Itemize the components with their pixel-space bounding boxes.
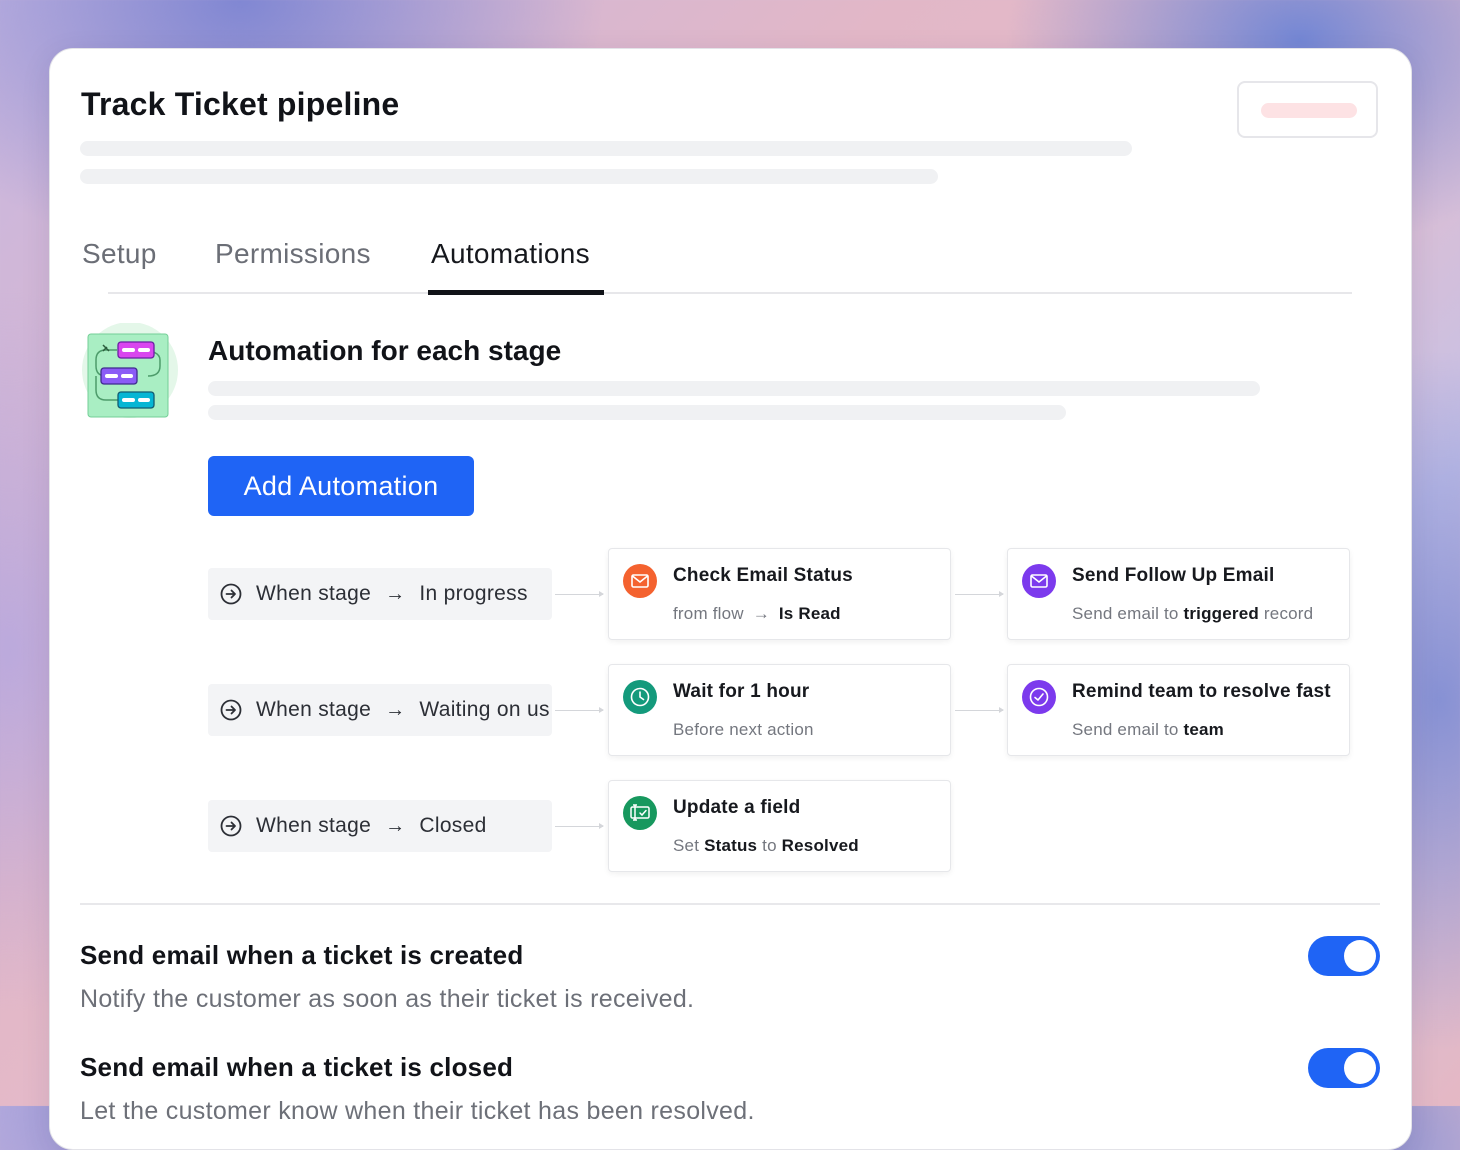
action-title: Remind team to resolve fast — [1072, 681, 1331, 702]
clock-icon — [623, 680, 657, 714]
flow-connector — [555, 591, 604, 597]
action-subtitle: Set Status to Resolved — [673, 836, 859, 855]
action-card-remind-team[interactable]: Remind team to resolve fast Send email t… — [1007, 664, 1350, 756]
flow-connector — [955, 707, 1004, 713]
header-action-button[interactable] — [1237, 81, 1378, 138]
action-title: Wait for 1 hour — [673, 681, 810, 702]
action-card-send-follow-up-email[interactable]: Send Follow Up Email Send email to trigg… — [1007, 548, 1350, 640]
trigger-stage: Closed — [419, 814, 487, 837]
arrow-right-icon: → — [385, 698, 406, 721]
tab-setup[interactable]: Setup — [82, 238, 157, 270]
action-subtitle: Send email to triggered record — [1072, 604, 1314, 623]
action-subtitle: from flow → Is Read — [673, 604, 841, 623]
setting-desc-ticket-created: Notify the customer as soon as their tic… — [80, 985, 695, 1013]
description-placeholder-line-1 — [80, 141, 1132, 156]
toggle-ticket-created[interactable] — [1308, 936, 1380, 976]
add-automation-button[interactable]: Add Automation — [208, 456, 474, 516]
section-description-placeholder-2 — [208, 405, 1066, 420]
arrow-right-icon: → — [385, 582, 406, 605]
trigger-prefix: When stage — [256, 698, 372, 721]
trigger-stage: In progress — [419, 582, 528, 605]
action-card-check-email-status[interactable]: Check Email Status from flow → Is Read — [608, 548, 951, 640]
trigger-stage: Waiting on us — [419, 698, 550, 721]
setting-title-ticket-created: Send email when a ticket is created — [80, 940, 524, 970]
description-placeholder-line-2 — [80, 169, 938, 184]
arrow-circle-right-icon — [220, 583, 242, 605]
setting-desc-ticket-closed: Let the customer know when their ticket … — [80, 1097, 755, 1125]
action-card-update-a-field[interactable]: Update a field Set Status to Resolved — [608, 780, 951, 872]
check-circle-icon — [1022, 680, 1056, 714]
flow-connector — [555, 707, 604, 713]
trigger-prefix: When stage — [256, 814, 372, 837]
mail-icon — [1022, 564, 1056, 598]
action-title: Send Follow Up Email — [1072, 565, 1275, 586]
active-tab-indicator — [428, 290, 604, 295]
arrow-right-icon: → — [752, 604, 770, 623]
arrow-circle-right-icon — [220, 815, 242, 837]
tab-automations[interactable]: Automations — [431, 238, 590, 270]
arrow-circle-right-icon — [220, 699, 242, 721]
flow-connector — [955, 591, 1004, 597]
toggle-knob — [1344, 1052, 1376, 1084]
toggle-ticket-closed[interactable] — [1308, 1048, 1380, 1088]
toggle-knob — [1344, 940, 1376, 972]
setting-title-ticket-closed: Send email when a ticket is closed — [80, 1052, 514, 1082]
trigger-in-progress[interactable]: When stage → In progress — [208, 568, 552, 620]
tab-permissions[interactable]: Permissions — [215, 238, 371, 270]
action-subtitle: Before next action — [673, 720, 814, 739]
trigger-prefix: When stage — [256, 582, 372, 605]
arrow-right-icon: → — [385, 814, 406, 837]
trigger-waiting-on-us[interactable]: When stage → Waiting on us — [208, 684, 552, 736]
section-divider — [80, 903, 1380, 905]
automation-section-title: Automation for each stage — [208, 335, 562, 366]
button-label-placeholder — [1261, 103, 1357, 118]
action-title: Check Email Status — [673, 565, 853, 586]
update-field-icon — [623, 796, 657, 830]
flow-connector — [555, 823, 604, 829]
automation-flow-illustration-icon — [80, 322, 180, 423]
mail-icon — [623, 564, 657, 598]
action-subtitle: Send email to team — [1072, 720, 1224, 739]
tabs-baseline — [108, 292, 1352, 294]
trigger-closed[interactable]: When stage → Closed — [208, 800, 552, 852]
section-description-placeholder-1 — [208, 381, 1260, 396]
action-card-wait-for-1-hour[interactable]: Wait for 1 hour Before next action — [608, 664, 951, 756]
page-title: Track Ticket pipeline — [81, 86, 400, 122]
action-title: Update a field — [673, 797, 801, 818]
